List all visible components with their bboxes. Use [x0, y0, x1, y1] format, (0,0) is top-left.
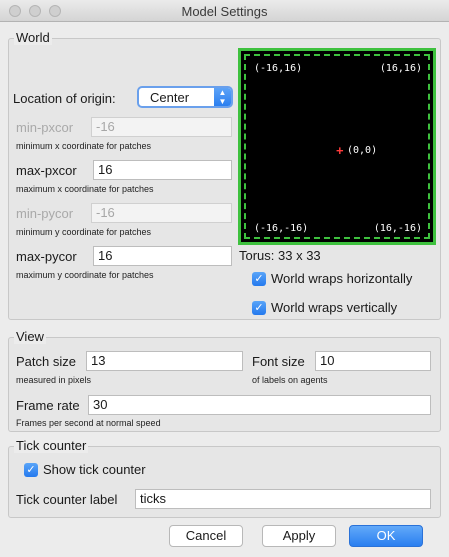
cancel-button[interactable]: Cancel [169, 525, 243, 547]
origin-select[interactable]: Center ▲ ▼ [137, 86, 233, 108]
max-pycor-field[interactable]: 16 [93, 246, 232, 266]
title-bar: Model Settings [0, 0, 449, 22]
frame-rate-field[interactable]: 30 [88, 395, 431, 415]
max-pxcor-hint: maximum x coordinate for patches [16, 184, 154, 194]
show-tick-counter-label[interactable]: Show tick counter [43, 462, 146, 477]
font-size-field[interactable]: 10 [315, 351, 431, 371]
corner-bottom-right-label: (16,-16) [373, 223, 422, 234]
wrap-vertically-checkbox[interactable]: ✓ [252, 301, 266, 315]
world-group-title: World [14, 30, 52, 45]
patch-size-label: Patch size [16, 354, 76, 369]
font-size-label: Font size [252, 354, 305, 369]
apply-button[interactable]: Apply [262, 525, 336, 547]
tick-counter-group-title: Tick counter [14, 438, 89, 453]
min-pycor-hint: minimum y coordinate for patches [16, 227, 152, 237]
corner-top-left-label: (-16,16) [254, 63, 303, 74]
min-pxcor-label: min-pxcor [16, 120, 74, 135]
font-size-hint: of labels on agents [252, 375, 328, 385]
max-pycor-label: max-pycor [16, 249, 77, 264]
wrap-horizontally-label[interactable]: World wraps horizontally [271, 271, 412, 286]
min-pycor-field[interactable]: -16 [91, 203, 232, 223]
corner-bottom-left-label: (-16,-16) [254, 223, 309, 234]
window-title: Model Settings [181, 4, 268, 19]
corner-top-right-label: (16,16) [379, 63, 422, 74]
origin-center-label: (0,0) [347, 145, 378, 156]
min-pxcor-field[interactable]: -16 [91, 117, 232, 137]
origin-select-value: Center [150, 90, 190, 105]
torus-label: Torus: 33 x 33 [239, 248, 321, 263]
wrap-vertically-label[interactable]: World wraps vertically [271, 300, 397, 315]
patch-size-field[interactable]: 13 [86, 351, 243, 371]
patch-size-hint: measured in pixels [16, 375, 92, 385]
frame-rate-hint: Frames per second at normal speed [16, 418, 161, 428]
select-arrows-icon: ▲ ▼ [214, 88, 231, 106]
wrap-horizontally-checkbox[interactable]: ✓ [252, 272, 266, 286]
show-tick-counter-checkbox[interactable]: ✓ [24, 463, 38, 477]
tick-counter-label-field[interactable]: ticks [135, 489, 431, 509]
tick-counter-label-label: Tick counter label [16, 492, 118, 507]
view-group-title: View [14, 329, 46, 344]
min-pycor-label: min-pycor [16, 206, 74, 221]
ok-button[interactable]: OK [349, 525, 423, 547]
max-pycor-hint: maximum y coordinate for patches [16, 270, 154, 280]
origin-crosshair-icon: + [336, 143, 344, 158]
world-preview: (-16,16) (16,16) (-16,-16) (16,-16) + (0… [238, 48, 436, 245]
max-pxcor-field[interactable]: 16 [93, 160, 232, 180]
frame-rate-label: Frame rate [16, 398, 80, 413]
origin-label: Location of origin: [13, 91, 116, 106]
min-pxcor-hint: minimum x coordinate for patches [16, 141, 152, 151]
max-pxcor-label: max-pxcor [16, 163, 77, 178]
